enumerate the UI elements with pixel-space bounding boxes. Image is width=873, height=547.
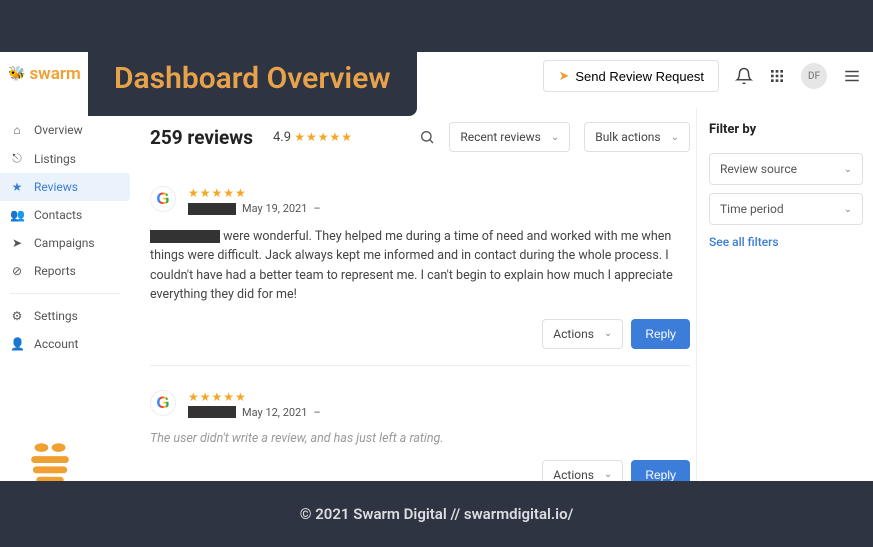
reviews-header: 259 reviews 4.9 ★★★★★ Recent reviews ⌄ B… — [150, 108, 690, 162]
review-item: G ★★★★★ May 19, 2021 – were wonderful. T… — [150, 162, 690, 366]
redacted-name — [188, 406, 236, 418]
reply-button[interactable]: Reply — [631, 319, 690, 349]
review-item: G ★★★★★ May 12, 2021 – The user didn't w… — [150, 366, 690, 482]
chevron-down-icon: ⌄ — [844, 204, 852, 215]
person-icon: 👤 — [10, 337, 24, 351]
header-actions: ➤ Send Review Request DF — [543, 60, 861, 92]
bulk-label: Bulk actions — [595, 130, 660, 144]
campaigns-icon: ➤ — [10, 236, 24, 250]
divider — [10, 293, 120, 294]
sort-label: Recent reviews — [460, 130, 540, 144]
footer: © 2021 Swarm Digital // swarmdigital.io/ — [0, 481, 873, 547]
review-body: were wonderful. They helped me during a … — [150, 227, 690, 305]
top-banner — [0, 0, 873, 52]
reply-button[interactable]: Reply — [631, 460, 690, 482]
bell-icon[interactable] — [735, 67, 753, 85]
contacts-icon: 👥 — [10, 208, 24, 222]
sidebar-item-account[interactable]: 👤 Account — [0, 330, 130, 358]
review-actions-dropdown[interactable]: Actions ⌄ — [542, 460, 623, 482]
review-stars: ★★★★★ — [188, 390, 321, 404]
google-icon: G — [150, 186, 176, 212]
bulk-actions-dropdown[interactable]: Bulk actions ⌄ — [584, 122, 690, 152]
star-icon: ★ — [10, 180, 24, 194]
sidebar-item-label: Settings — [34, 309, 78, 323]
filter-label: Time period — [720, 202, 784, 216]
send-review-request-button[interactable]: ➤ Send Review Request — [543, 60, 719, 92]
chevron-down-icon: ⌄ — [844, 164, 852, 175]
sort-dropdown[interactable]: Recent reviews ⌄ — [449, 122, 570, 152]
apps-grid-icon[interactable] — [769, 68, 785, 84]
listings-icon: ⎋ — [10, 151, 24, 166]
sidebar-item-listings[interactable]: ⎋ Listings — [0, 144, 130, 173]
review-empty-text: The user didn't write a review, and has … — [150, 431, 690, 446]
sidebar: ⌂ Overview ⎋ Listings ★ Reviews 👥 Contacts ➤… — [0, 108, 130, 358]
menu-icon[interactable] — [843, 67, 861, 85]
sidebar-item-label: Reviews — [34, 180, 78, 194]
see-all-filters-link[interactable]: See all filters — [709, 235, 863, 249]
logo-text: swarm — [29, 64, 80, 84]
review-count: 259 reviews — [150, 126, 253, 149]
actions-label: Actions — [553, 327, 594, 341]
chevron-down-icon: ⌄ — [604, 469, 612, 480]
filter-panel: Filter by Review source ⌄ Time period ⌄ … — [696, 108, 863, 481]
chevron-down-icon: ⌄ — [551, 132, 559, 143]
logo[interactable]: 🐝 swarm — [8, 64, 81, 84]
google-icon: G — [150, 390, 176, 416]
sidebar-item-contacts[interactable]: 👥 Contacts — [0, 201, 130, 229]
filter-time-period[interactable]: Time period ⌄ — [709, 193, 863, 225]
search-icon[interactable] — [419, 129, 435, 145]
dash: – — [313, 406, 320, 419]
send-review-label: Send Review Request — [575, 69, 704, 84]
sidebar-item-label: Listings — [34, 152, 76, 166]
review-actions-dropdown[interactable]: Actions ⌄ — [542, 319, 623, 349]
sidebar-item-overview[interactable]: ⌂ Overview — [0, 116, 130, 144]
sidebar-item-label: Overview — [34, 123, 83, 137]
sidebar-item-reviews[interactable]: ★ Reviews — [0, 173, 130, 201]
filter-title: Filter by — [709, 122, 863, 137]
review-date: May 19, 2021 — [242, 202, 307, 215]
sidebar-item-label: Reports — [34, 264, 76, 278]
sidebar-item-campaigns[interactable]: ➤ Campaigns — [0, 229, 130, 257]
review-stars: ★★★★★ — [188, 186, 321, 200]
chevron-down-icon: ⌄ — [671, 132, 679, 143]
avg-value: 4.9 — [273, 130, 291, 145]
stars-icon: ★★★★★ — [294, 130, 353, 144]
chevron-down-icon: ⌄ — [604, 328, 612, 339]
review-date: May 12, 2021 — [242, 406, 307, 419]
main-content: 259 reviews 4.9 ★★★★★ Recent reviews ⌄ B… — [150, 108, 690, 481]
sidebar-item-label: Contacts — [34, 208, 82, 222]
dash: – — [313, 202, 320, 215]
sidebar-item-label: Account — [34, 337, 78, 351]
paper-plane-icon: ➤ — [558, 68, 569, 84]
average-rating: 4.9 ★★★★★ — [267, 127, 359, 148]
actions-label: Actions — [553, 468, 594, 482]
filter-label: Review source — [720, 162, 797, 176]
reports-icon: ⊘ — [10, 264, 24, 278]
home-icon: ⌂ — [10, 123, 24, 137]
footer-text: © 2021 Swarm Digital // swarmdigital.io/ — [300, 505, 574, 523]
page-title-overlay: Dashboard Overview — [88, 47, 417, 116]
redacted-name — [188, 203, 236, 215]
review-text: were wonderful. They helped me during a … — [150, 229, 673, 302]
filter-review-source[interactable]: Review source ⌄ — [709, 153, 863, 185]
redacted-name — [150, 230, 220, 243]
sidebar-item-reports[interactable]: ⊘ Reports — [0, 257, 130, 285]
avatar[interactable]: DF — [801, 63, 827, 89]
gear-icon: ⚙ — [10, 309, 24, 323]
sidebar-item-settings[interactable]: ⚙ Settings — [0, 302, 130, 330]
sidebar-item-label: Campaigns — [34, 236, 95, 250]
bee-icon: 🐝 — [8, 66, 25, 82]
